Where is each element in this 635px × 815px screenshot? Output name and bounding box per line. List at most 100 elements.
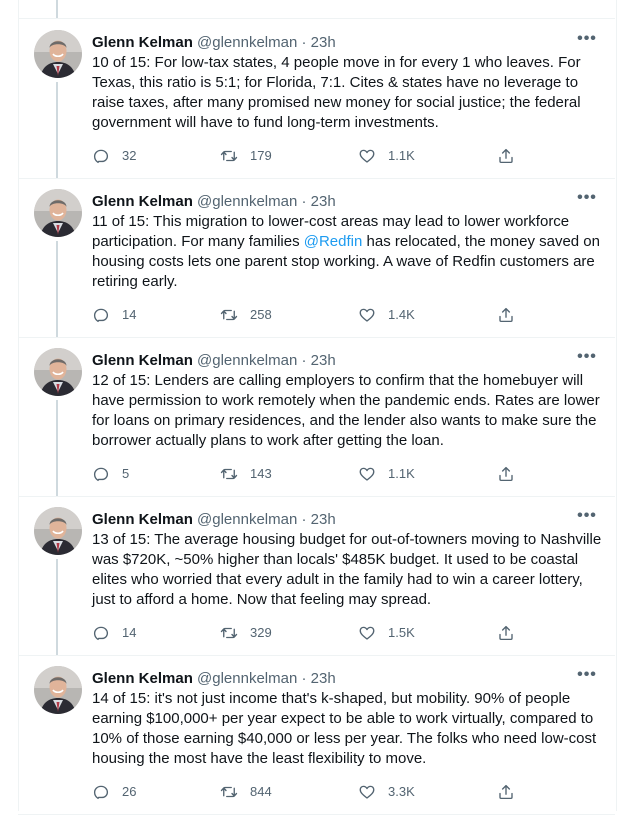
like-icon [359, 626, 375, 640]
thread-connector [56, 82, 58, 178]
share-button[interactable] [497, 305, 515, 325]
thread-connector-top [56, 0, 58, 18]
like-count: 3.3K [388, 784, 415, 799]
tweet-text: 10 of 15: For low-tax states, 4 people m… [92, 53, 604, 133]
author-handle[interactable]: @glennkelman [197, 670, 297, 687]
retweet-icon [220, 627, 238, 639]
avatar[interactable] [34, 507, 82, 555]
reply-button[interactable]: 14 [92, 305, 136, 325]
tweet[interactable]: Glenn Kelman @glennkelman · 23h ••• 10 o… [18, 19, 615, 179]
thread-connector [56, 559, 58, 655]
tweet-actions: 14 329 1.5K [92, 623, 612, 643]
share-icon [499, 307, 513, 323]
timestamp[interactable]: 23h [311, 352, 336, 369]
tweet[interactable]: Glenn Kelman @glennkelman · 23h ••• 12 o… [18, 337, 615, 497]
share-icon [499, 784, 513, 800]
tweet-text-part: 12 of 15: Lenders are calling employers … [92, 372, 600, 449]
retweet-count: 179 [250, 148, 272, 163]
share-button[interactable] [497, 464, 515, 484]
tweet-text: 11 of 15: This migration to lower-cost a… [92, 212, 604, 292]
retweet-button[interactable]: 179 [220, 146, 272, 166]
reply-button[interactable]: 26 [92, 782, 136, 802]
retweet-icon [220, 309, 238, 321]
timestamp[interactable]: 23h [311, 193, 336, 210]
reply-button[interactable]: 32 [92, 146, 136, 166]
retweet-count: 329 [250, 625, 272, 640]
like-button[interactable]: 1.5K [358, 623, 415, 643]
timestamp[interactable]: 23h [311, 34, 336, 51]
tweet-text-part: 10 of 15: For low-tax states, 4 people m… [92, 54, 581, 131]
reply-count: 14 [122, 625, 137, 640]
tweet-actions: 26 844 3.3K [92, 782, 612, 802]
thread-connector [56, 400, 58, 496]
retweet-count: 143 [250, 466, 272, 481]
avatar[interactable] [34, 189, 82, 237]
reply-count: 26 [122, 784, 137, 799]
separator-dot: · [301, 34, 307, 51]
more-icon[interactable]: ••• [575, 667, 599, 688]
reply-count: 32 [122, 148, 137, 163]
like-count: 1.4K [388, 307, 415, 322]
share-button[interactable] [497, 146, 515, 166]
tweet-text-part: 13 of 15: The average housing budget for… [92, 531, 602, 608]
tweet-text: 12 of 15: Lenders are calling employers … [92, 371, 604, 451]
retweet-icon [220, 468, 238, 480]
author-name[interactable]: Glenn Kelman [92, 670, 193, 687]
reply-count: 14 [122, 307, 137, 322]
avatar[interactable] [34, 666, 82, 714]
author-handle[interactable]: @glennkelman [197, 34, 297, 51]
like-count: 1.1K [388, 148, 415, 163]
separator-dot: · [301, 193, 307, 210]
more-icon[interactable]: ••• [575, 508, 599, 529]
share-icon [499, 625, 513, 641]
retweet-icon [220, 786, 238, 798]
like-button[interactable]: 1.4K [358, 305, 415, 325]
author-name[interactable]: Glenn Kelman [92, 352, 193, 369]
author-handle[interactable]: @glennkelman [197, 511, 297, 528]
reply-button[interactable]: 5 [92, 464, 129, 484]
reply-button[interactable]: 14 [92, 623, 136, 643]
tweet-header: Glenn Kelman @glennkelman · 23h [92, 192, 603, 212]
tweet-header: Glenn Kelman @glennkelman · 23h [92, 33, 603, 53]
author-handle[interactable]: @glennkelman [197, 193, 297, 210]
separator-dot: · [301, 511, 307, 528]
retweet-button[interactable]: 258 [220, 305, 272, 325]
share-icon [499, 148, 513, 164]
avatar[interactable] [34, 348, 82, 396]
separator-dot: · [301, 352, 307, 369]
avatar[interactable] [34, 30, 82, 78]
retweet-button[interactable]: 143 [220, 464, 272, 484]
author-name[interactable]: Glenn Kelman [92, 34, 193, 51]
reply-icon [93, 308, 109, 323]
like-icon [359, 308, 375, 322]
like-button[interactable]: 1.1K [358, 146, 415, 166]
more-icon[interactable]: ••• [575, 31, 599, 52]
tweet[interactable]: Glenn Kelman @glennkelman · 23h ••• 13 o… [18, 496, 615, 656]
like-button[interactable]: 1.1K [358, 464, 415, 484]
share-button[interactable] [497, 623, 515, 643]
reply-icon [93, 626, 109, 641]
author-name[interactable]: Glenn Kelman [92, 511, 193, 528]
timestamp[interactable]: 23h [311, 511, 336, 528]
tweet[interactable]: Glenn Kelman @glennkelman · 23h ••• 11 o… [18, 178, 615, 338]
retweet-button[interactable]: 329 [220, 623, 272, 643]
share-button[interactable] [497, 782, 515, 802]
tweet[interactable]: Glenn Kelman @glennkelman · 23h ••• 14 o… [18, 655, 615, 815]
tweet-header: Glenn Kelman @glennkelman · 23h [92, 351, 603, 371]
author-name[interactable]: Glenn Kelman [92, 193, 193, 210]
tweet-actions: 14 258 1.4K [92, 305, 612, 325]
reply-icon [93, 149, 109, 164]
retweet-button[interactable]: 844 [220, 782, 272, 802]
more-icon[interactable]: ••• [575, 349, 599, 370]
mention-link[interactable]: @Redfin [304, 233, 363, 250]
reply-count: 5 [122, 466, 130, 481]
author-handle[interactable]: @glennkelman [197, 352, 297, 369]
tweet-actions: 5 143 1.1K [92, 464, 612, 484]
like-button[interactable]: 3.3K [358, 782, 415, 802]
like-count: 1.1K [388, 466, 415, 481]
tweet-text-part: 14 of 15: it's not just income that's k-… [92, 690, 597, 767]
timestamp[interactable]: 23h [311, 670, 336, 687]
tweet-text: 14 of 15: it's not just income that's k-… [92, 689, 604, 769]
more-icon[interactable]: ••• [575, 190, 599, 211]
tweet-header: Glenn Kelman @glennkelman · 23h [92, 510, 603, 530]
